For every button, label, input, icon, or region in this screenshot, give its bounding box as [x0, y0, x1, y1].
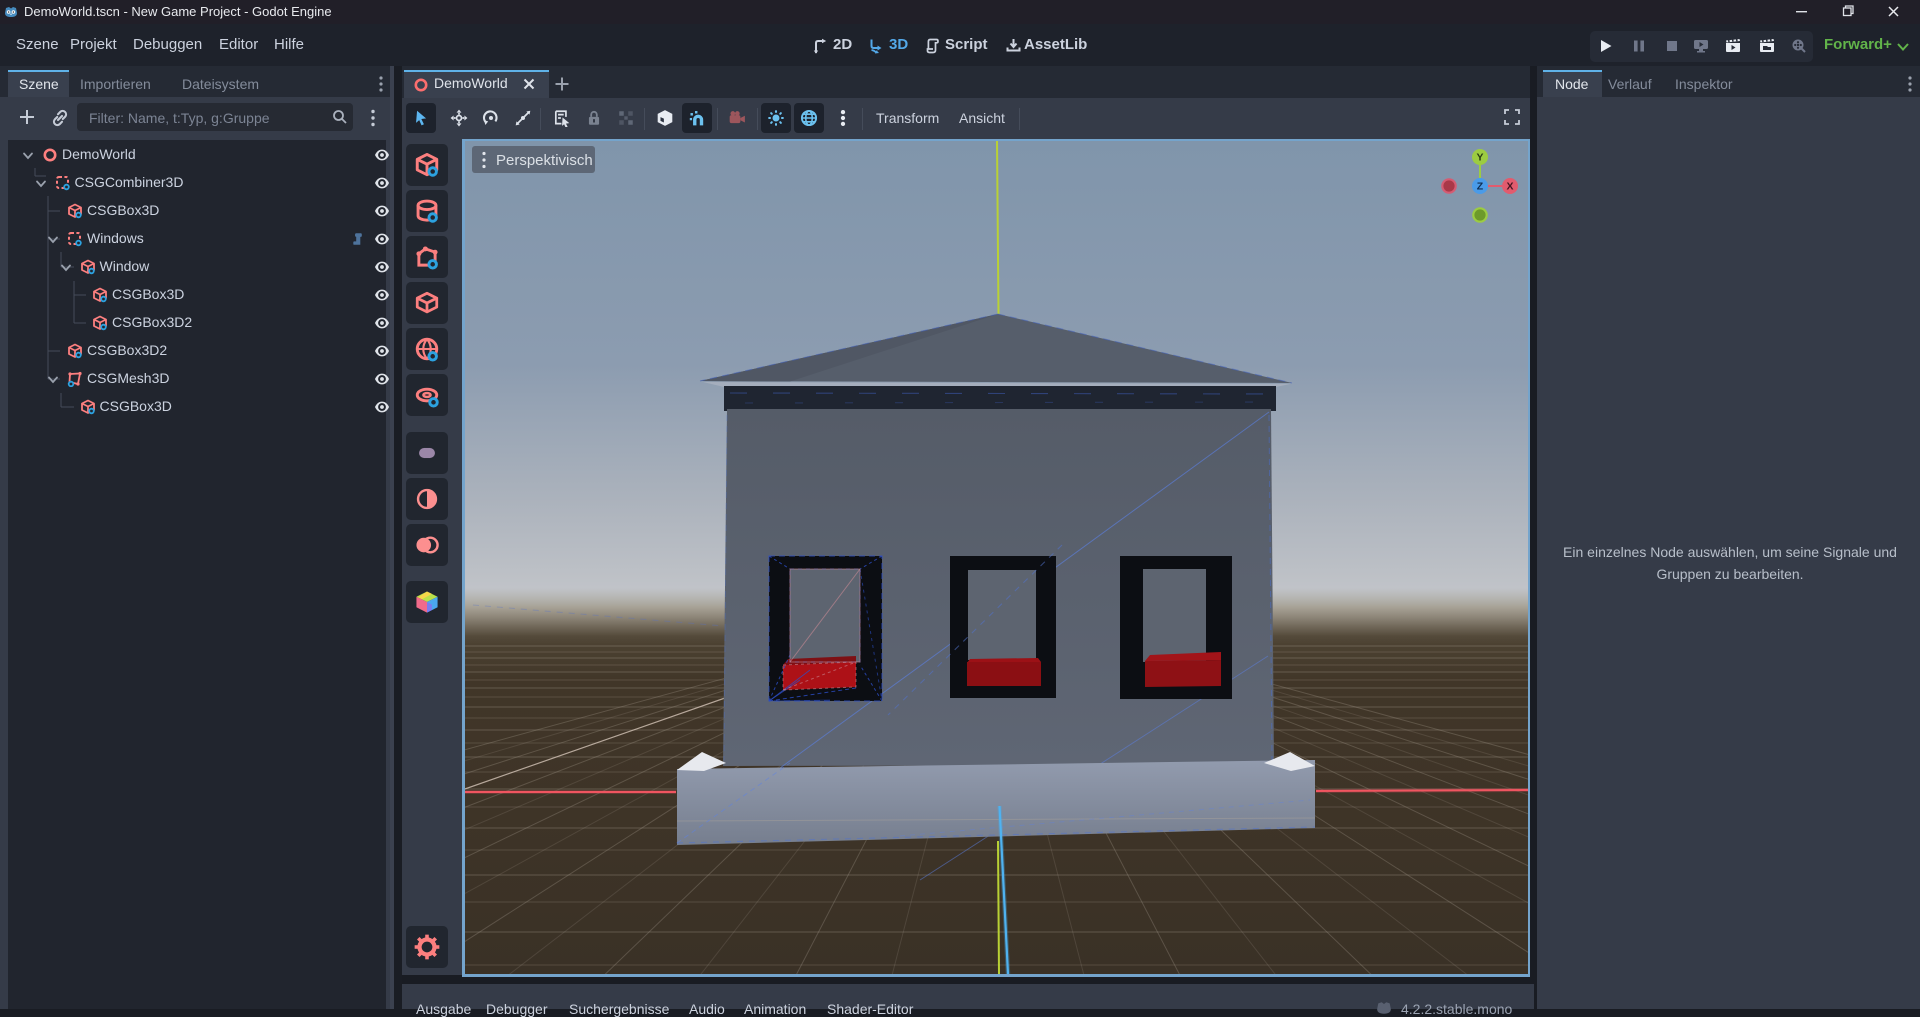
svg-text:Y: Y [1476, 152, 1483, 164]
svg-text:Perspektivisch: Perspektivisch [496, 152, 593, 169]
svg-text:Z: Z [1477, 181, 1484, 193]
svg-text:X: X [1506, 181, 1513, 193]
